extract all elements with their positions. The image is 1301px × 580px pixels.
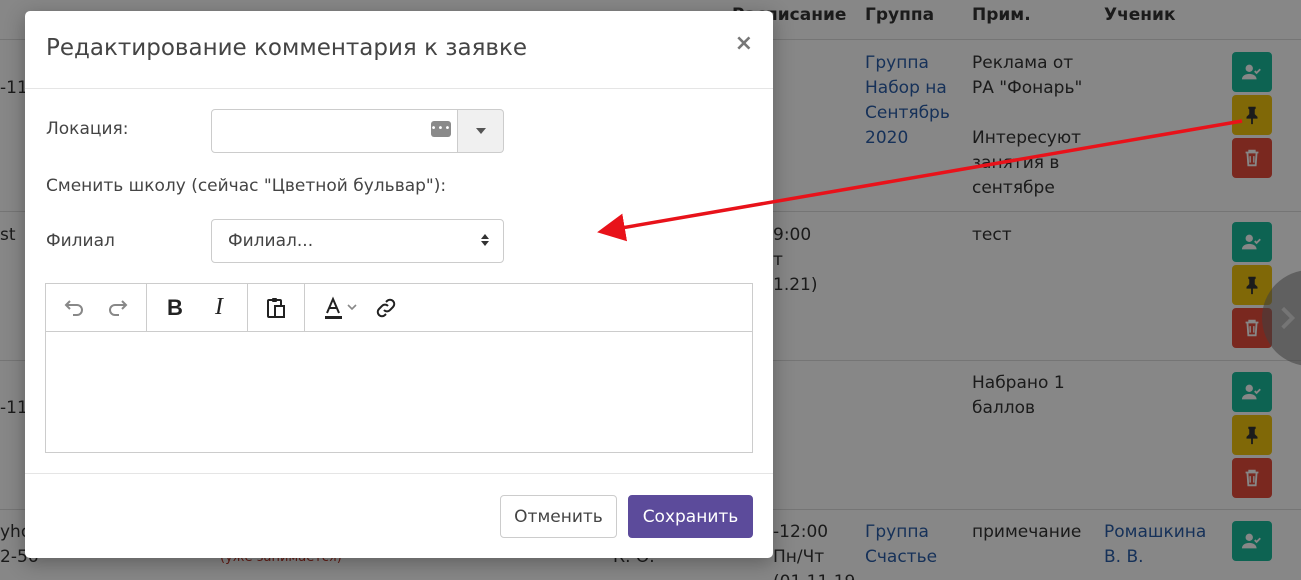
location-input[interactable]: ••• [211, 109, 458, 153]
change-school-text: Сменить школу (сейчас "Цветной бульвар")… [46, 176, 447, 196]
undo-button[interactable] [52, 290, 96, 326]
clipboard-icon [267, 297, 285, 318]
editor-content-area[interactable] [46, 332, 752, 452]
branch-select-value: Филиал... [228, 231, 314, 251]
editor-toolbar: B I [46, 284, 752, 332]
location-dropdown-button[interactable] [458, 109, 504, 153]
modal-footer: Отменить Сохранить [25, 473, 773, 558]
branch-select[interactable]: Филиал... [211, 219, 504, 263]
rich-text-editor: B I [45, 283, 753, 453]
paste-button[interactable] [254, 290, 298, 326]
link-icon [376, 298, 396, 317]
text-color-icon [325, 295, 357, 319]
cancel-button[interactable]: Отменить [500, 495, 617, 538]
italic-button[interactable]: I [197, 290, 241, 326]
text-color-button[interactable] [311, 290, 369, 326]
undo-icon [64, 299, 83, 316]
edit-comment-modal: Редактирование комментария к заявке × Ло… [25, 11, 773, 558]
modal-header: Редактирование комментария к заявке × [25, 11, 773, 89]
password-manager-icon[interactable]: ••• [431, 121, 451, 137]
select-arrows-icon [481, 234, 489, 246]
location-field: ••• [211, 109, 504, 153]
format-group: B I [147, 284, 248, 331]
bold-icon: B [167, 294, 183, 320]
text-style-group [305, 284, 409, 331]
italic-icon: I [215, 294, 223, 320]
close-icon[interactable]: × [735, 33, 753, 55]
redo-icon [109, 299, 128, 316]
caret-down-icon [475, 128, 486, 134]
modal-title: Редактирование комментария к заявке [46, 35, 528, 61]
link-button[interactable] [369, 290, 403, 326]
branch-label: Филиал [46, 231, 115, 251]
save-button[interactable]: Сохранить [628, 495, 753, 538]
location-label: Локация: [46, 119, 129, 139]
redo-button[interactable] [96, 290, 140, 326]
bold-button[interactable]: B [153, 290, 197, 326]
clipboard-group [248, 284, 305, 331]
history-group [46, 284, 147, 331]
